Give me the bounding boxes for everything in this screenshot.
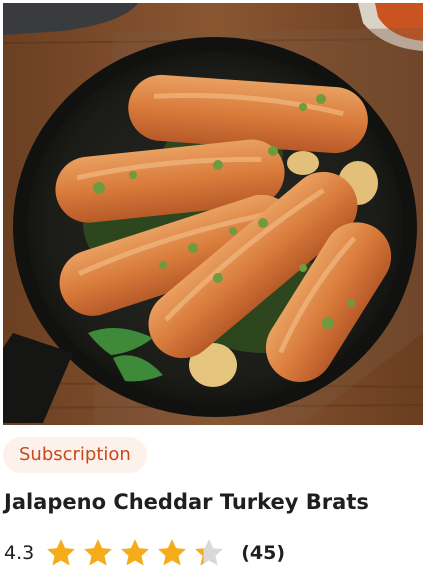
recipe-title[interactable]: Jalapeno Cheddar Turkey Brats [4, 490, 369, 514]
rating-value: 4.3 [4, 542, 35, 564]
star-rating [44, 536, 229, 570]
star-icon [84, 539, 113, 566]
star-icon [121, 539, 150, 566]
rating-row: 4.3 (45) [4, 535, 285, 571]
rating-count: (45) [241, 542, 286, 564]
star-icon [158, 539, 187, 566]
subscription-badge: Subscription [3, 437, 147, 473]
star-icon [195, 539, 224, 566]
sausages-in-skillet-image [3, 3, 423, 425]
recipe-card[interactable]: Subscription Jalapeno Cheddar Turkey Bra… [0, 0, 425, 576]
star-icon [47, 539, 76, 566]
recipe-photo[interactable] [3, 3, 423, 425]
